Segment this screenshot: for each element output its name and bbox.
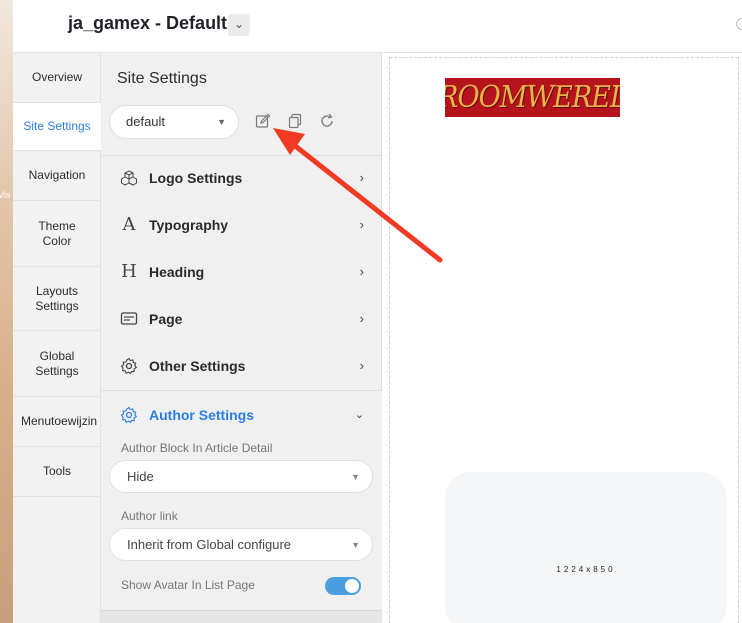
- section-label: Logo Settings: [149, 169, 243, 186]
- background-text: Vis: [0, 190, 11, 200]
- logo-text: DROOMWERELD: [445, 80, 620, 115]
- tab-theme-color[interactable]: Theme Color: [13, 201, 101, 267]
- section-page[interactable]: Page ›: [101, 295, 382, 342]
- tab-tools[interactable]: Tools: [13, 447, 101, 497]
- section-typography[interactable]: A Typography ›: [101, 201, 382, 248]
- background-wallpaper: Vis: [0, 0, 13, 623]
- image-placeholder: 1224x850: [445, 472, 727, 623]
- caret-down-icon: ▼: [351, 540, 360, 550]
- chevron-right-icon: ›: [359, 311, 364, 326]
- font-icon: A: [122, 214, 136, 235]
- cubes-icon: [121, 169, 137, 186]
- section-label: Other Settings: [149, 357, 246, 374]
- chevron-right-icon: ›: [359, 217, 364, 232]
- search-icon[interactable]: [736, 18, 742, 30]
- heading-icon: H: [121, 261, 137, 282]
- page-title: ja_gamex - Default: [68, 13, 228, 33]
- caret-down-icon: ▼: [217, 117, 226, 127]
- tab-global-settings[interactable]: Global Settings: [13, 331, 101, 397]
- author-block-select[interactable]: Hide ▼: [109, 460, 373, 493]
- tab-navigation[interactable]: Navigation: [13, 151, 101, 201]
- section-logo-settings[interactable]: Logo Settings ›: [101, 154, 382, 201]
- refresh-icon[interactable]: [319, 113, 335, 129]
- preset-select-value: default: [126, 114, 166, 129]
- page-icon: [120, 311, 138, 325]
- panel-footer: [101, 610, 382, 623]
- settings-tab-nav: Overview Site Settings Navigation Theme …: [13, 53, 102, 623]
- show-avatar-toggle[interactable]: [325, 577, 361, 595]
- placeholder-size-label: 1224x850: [556, 565, 616, 574]
- chevron-down-icon: ⌄: [233, 17, 245, 31]
- section-label: Heading: [149, 263, 205, 280]
- tab-layouts-settings[interactable]: Layouts Settings: [13, 267, 101, 331]
- copy-icon[interactable]: [287, 113, 303, 129]
- gear-icon: [120, 406, 138, 423]
- author-link-select[interactable]: Inherit from Global configure ▼: [109, 528, 373, 561]
- site-settings-panel: Site Settings default ▼ Logo Settings › …: [101, 53, 382, 623]
- author-block-label: Author Block In Article Detail: [121, 441, 273, 455]
- template-dropdown-button[interactable]: ⌄: [228, 14, 250, 36]
- gear-icon: [120, 357, 138, 374]
- site-preview: DROOMWERELD 1224x850: [382, 53, 742, 623]
- section-label: Typography: [149, 216, 229, 233]
- show-avatar-label: Show Avatar In List Page: [121, 578, 255, 592]
- edit-icon[interactable]: [255, 113, 271, 129]
- section-label: Page: [149, 310, 183, 327]
- caret-down-icon: ▼: [351, 472, 360, 482]
- tab-site-settings[interactable]: Site Settings: [13, 103, 102, 151]
- site-logo[interactable]: DROOMWERELD: [445, 78, 620, 117]
- tab-menutoewijzing[interactable]: Menutoewijzin: [13, 397, 101, 447]
- section-label: Author Settings: [149, 406, 254, 423]
- panel-title: Site Settings: [117, 70, 207, 87]
- section-other-settings[interactable]: Other Settings ›: [101, 342, 382, 389]
- section-heading[interactable]: H Heading ›: [101, 248, 382, 295]
- author-link-label: Author link: [121, 509, 178, 523]
- chevron-right-icon: ›: [359, 170, 364, 185]
- author-block-value: Hide: [127, 469, 154, 484]
- preset-select[interactable]: default ▼: [109, 105, 239, 139]
- toggle-knob: [345, 579, 359, 593]
- tab-overview[interactable]: Overview: [13, 53, 101, 103]
- author-link-value: Inherit from Global configure: [127, 537, 292, 552]
- section-author-settings-expanded: Author Settings ⌄ Author Block In Articl…: [101, 390, 382, 610]
- chevron-right-icon: ›: [359, 264, 364, 279]
- chevron-down-icon: ⌄: [354, 409, 364, 421]
- section-author-settings[interactable]: Author Settings ⌄: [101, 391, 382, 438]
- app-header: ja_gamex - Default ⌄: [13, 0, 742, 53]
- chevron-right-icon: ›: [359, 358, 364, 373]
